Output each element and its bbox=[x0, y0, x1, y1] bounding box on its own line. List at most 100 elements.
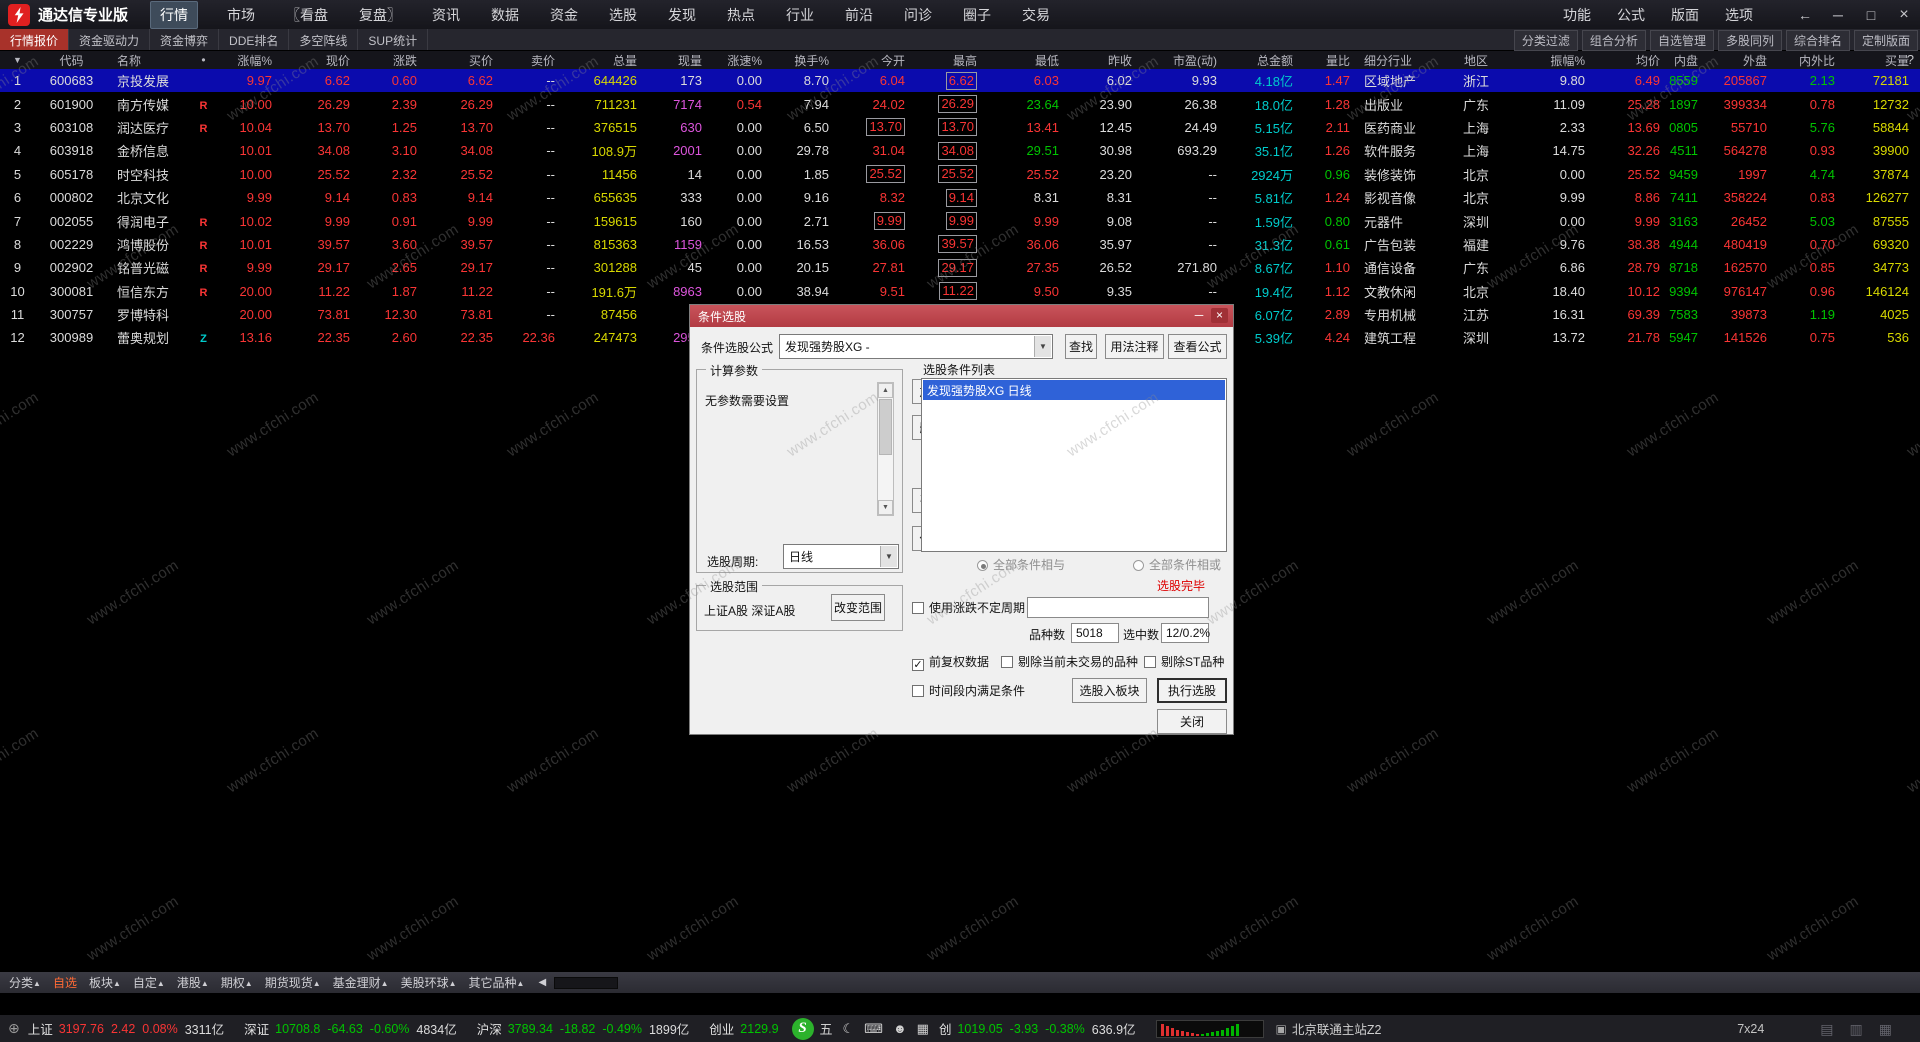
column-header-内盘[interactable]: 内盘 bbox=[1665, 51, 1703, 69]
table-row[interactable]: 1 600683 京投发展 9.97 6.62 0.60 6.62 -- 644426 173 0.… bbox=[0, 69, 1920, 93]
close-icon[interactable]: × bbox=[1896, 6, 1912, 24]
radio-all-and[interactable]: 全部条件相与 bbox=[977, 556, 1065, 573]
column-header-今开[interactable]: 今开 bbox=[834, 51, 910, 69]
toolbar-button-组合分析[interactable]: 组合分析 bbox=[1581, 29, 1646, 51]
help-icon[interactable]: ? bbox=[1907, 52, 1914, 67]
checkbox-exclude-st[interactable]: 剔除ST品种 bbox=[1144, 653, 1224, 670]
column-header-细分行业[interactable]: 细分行业 bbox=[1355, 51, 1452, 69]
column-header-买量[interactable]: 买量 bbox=[1840, 51, 1914, 69]
table-row[interactable]: 4 603918 金桥信息 10.01 34.08 3.10 34.08 -- 108.9万 20… bbox=[0, 139, 1920, 162]
scroll-down-icon[interactable]: ▼ bbox=[878, 500, 893, 515]
checkbox-exclude-untraded[interactable]: 剔除当前未交易的品种 bbox=[1001, 653, 1138, 670]
checkbox-forward-adjusted[interactable]: ✓ 前复权数据 bbox=[912, 653, 989, 671]
table-row[interactable]: 10 300081 恒信东方 R 20.00 11.22 1.87 11.22 -- 191.6万… bbox=[0, 280, 1920, 303]
menu-item-公式[interactable]: 公式 bbox=[1617, 5, 1645, 25]
message-icon[interactable]: ▥ bbox=[1850, 1021, 1863, 1038]
toolbar-tab-资金博弈[interactable]: 资金博弈 bbox=[150, 29, 220, 50]
find-button[interactable]: 查找 bbox=[1065, 334, 1097, 359]
variable-period-input[interactable] bbox=[1027, 597, 1209, 618]
formula-combobox[interactable]: 发现强势股XG - ▼ bbox=[779, 334, 1053, 359]
table-row[interactable]: 9 002902 铭普光磁 R 9.99 29.17 2.65 29.17 -- 301288 45… bbox=[0, 256, 1920, 279]
checkbox-checked-icon[interactable]: ✓ bbox=[912, 659, 924, 671]
qr-grid-icon[interactable]: ▦ bbox=[917, 1021, 929, 1037]
column-header-市盈(动)[interactable]: 市盈(动) bbox=[1137, 51, 1222, 69]
menu-item-复盘〗[interactable]: 复盘〗 bbox=[357, 2, 403, 28]
minimize-icon[interactable]: ─ bbox=[1830, 7, 1846, 23]
bottom-tab-其它品种[interactable]: 其它品种▲ bbox=[469, 974, 525, 991]
menu-item-选股[interactable]: 选股 bbox=[607, 2, 639, 28]
bottom-tab-港股[interactable]: 港股▲ bbox=[177, 974, 209, 991]
moon-icon[interactable]: ☾ bbox=[843, 1021, 855, 1037]
monitor-icon[interactable]: ▤ bbox=[1820, 1021, 1833, 1038]
menu-item-热点[interactable]: 热点 bbox=[725, 2, 757, 28]
column-header-总金额[interactable]: 总金额 bbox=[1222, 51, 1298, 69]
column-header-涨幅%[interactable]: 涨幅% bbox=[215, 51, 277, 69]
chevron-down-icon[interactable]: ▼ bbox=[1034, 336, 1051, 357]
radio-all-or[interactable]: 全部条件相或 bbox=[1133, 556, 1221, 573]
period-combobox[interactable]: 日线 ▼ bbox=[783, 544, 899, 569]
radio-icon[interactable] bbox=[977, 560, 988, 571]
table-row[interactable]: 2 601900 南方传媒 R 10.00 26.29 2.39 26.29 -- 711231 7… bbox=[0, 92, 1920, 115]
column-header-代码[interactable]: 代码 bbox=[35, 51, 108, 69]
menu-item-行业[interactable]: 行业 bbox=[784, 2, 816, 28]
column-header-现量[interactable]: 现量 bbox=[642, 51, 707, 69]
menu-item-版面[interactable]: 版面 bbox=[1671, 5, 1699, 25]
change-range-button[interactable]: 改变范围 bbox=[831, 594, 885, 621]
table-row[interactable]: 7 002055 得润电子 R 10.02 9.99 0.91 9.99 -- 159615 160… bbox=[0, 209, 1920, 232]
menu-item-功能[interactable]: 功能 bbox=[1563, 5, 1591, 25]
condition-listbox[interactable]: 发现强势股XG 日线 bbox=[921, 378, 1227, 552]
toolbar-button-分类过滤[interactable]: 分类过滤 bbox=[1513, 29, 1578, 51]
checkbox-icon[interactable] bbox=[1001, 656, 1013, 668]
table-row[interactable]: 8 002229 鸿博股份 R 10.01 39.57 3.60 39.57 -- 815363 1… bbox=[0, 233, 1920, 256]
server-name[interactable]: 北京联通主站Z2 bbox=[1292, 1019, 1382, 1038]
menu-item-前沿[interactable]: 前沿 bbox=[843, 2, 875, 28]
column-header-名称[interactable]: 名称 bbox=[108, 51, 192, 69]
restore-icon[interactable]: □ bbox=[1863, 7, 1879, 23]
column-header-卖价[interactable]: 卖价 bbox=[498, 51, 560, 69]
tab-scroll-area[interactable] bbox=[554, 976, 619, 989]
chevron-down-icon[interactable]: ▼ bbox=[880, 546, 897, 567]
input-wubi-indicator[interactable]: 五 bbox=[820, 1019, 833, 1038]
toolbar-tab-多空阵线[interactable]: 多空阵线 bbox=[289, 29, 359, 50]
toolbar-tab-DDE排名[interactable]: DDE排名 bbox=[219, 29, 290, 50]
column-header-地区[interactable]: 地区 bbox=[1452, 51, 1500, 69]
table-row[interactable]: 5 605178 时空科技 10.00 25.52 2.32 25.52 -- 11456 14 0… bbox=[0, 163, 1920, 186]
column-header-均价[interactable]: 均价 bbox=[1590, 51, 1665, 69]
bottom-tab-自选[interactable]: 自选 bbox=[53, 974, 77, 991]
menu-item-行情[interactable]: 行情 bbox=[150, 0, 199, 29]
menu-item-圈子[interactable]: 圈子 bbox=[961, 2, 993, 28]
dialog-close-icon[interactable]: × bbox=[1211, 308, 1228, 323]
close-button[interactable]: 关闭 bbox=[1157, 709, 1227, 734]
column-header-昨收[interactable]: 昨收 bbox=[1064, 51, 1137, 69]
checkbox-time-range[interactable]: 时间段内满足条件 bbox=[912, 682, 1025, 699]
bottom-tab-自定[interactable]: 自定▲ bbox=[133, 974, 165, 991]
menu-item-问诊[interactable]: 问诊 bbox=[902, 2, 934, 28]
table-row[interactable]: 6 000802 北京文化 9.99 9.14 0.83 9.14 -- 655635 333 0.… bbox=[0, 186, 1920, 209]
column-header-买价[interactable]: 买价 bbox=[422, 51, 498, 69]
toolbar-button-综合排名[interactable]: 综合排名 bbox=[1785, 29, 1850, 51]
menu-item-选项[interactable]: 选项 bbox=[1725, 5, 1753, 25]
column-header-涨速%[interactable]: 涨速% bbox=[707, 51, 767, 69]
checkbox-variable-period[interactable]: 使用涨跌不定周期 bbox=[912, 599, 1025, 616]
bottom-tab-分类[interactable]: 分类▲ bbox=[9, 974, 41, 991]
toolbar-tab-资金驱动力[interactable]: 资金驱动力 bbox=[69, 29, 151, 50]
keyboard-icon[interactable]: ⌨ bbox=[864, 1021, 883, 1037]
table-row[interactable]: 3 603108 润达医疗 R 10.04 13.70 1.25 13.70 -- 376515 6… bbox=[0, 116, 1920, 139]
view-formula-button[interactable]: 查看公式 bbox=[1168, 334, 1227, 359]
radio-icon[interactable] bbox=[1133, 560, 1144, 571]
toolbar-button-多股同列[interactable]: 多股同列 bbox=[1717, 29, 1782, 51]
column-header-涨跌[interactable]: 涨跌 bbox=[355, 51, 422, 69]
checkbox-icon[interactable] bbox=[912, 685, 924, 697]
back-arrow-icon[interactable]: ← bbox=[1797, 7, 1813, 23]
bottom-tab-板块[interactable]: 板块▲ bbox=[89, 974, 121, 991]
dialog-minimize-icon[interactable]: ─ bbox=[1191, 308, 1207, 322]
bottom-tab-期货现货[interactable]: 期货现货▲ bbox=[265, 974, 321, 991]
toolbar-tab-行情报价[interactable]: 行情报价 bbox=[0, 29, 70, 50]
bottom-tab-期权[interactable]: 期权▲ bbox=[221, 974, 253, 991]
column-header-量比[interactable]: 量比 bbox=[1298, 51, 1355, 69]
checkbox-icon[interactable] bbox=[1144, 656, 1156, 668]
scrollbar-thumb[interactable] bbox=[879, 399, 892, 455]
scroll-up-icon[interactable]: ▲ bbox=[878, 383, 893, 398]
pick-to-block-button[interactable]: 选股入板块 bbox=[1072, 678, 1147, 703]
menu-item-市场[interactable]: 市场 bbox=[225, 2, 257, 28]
